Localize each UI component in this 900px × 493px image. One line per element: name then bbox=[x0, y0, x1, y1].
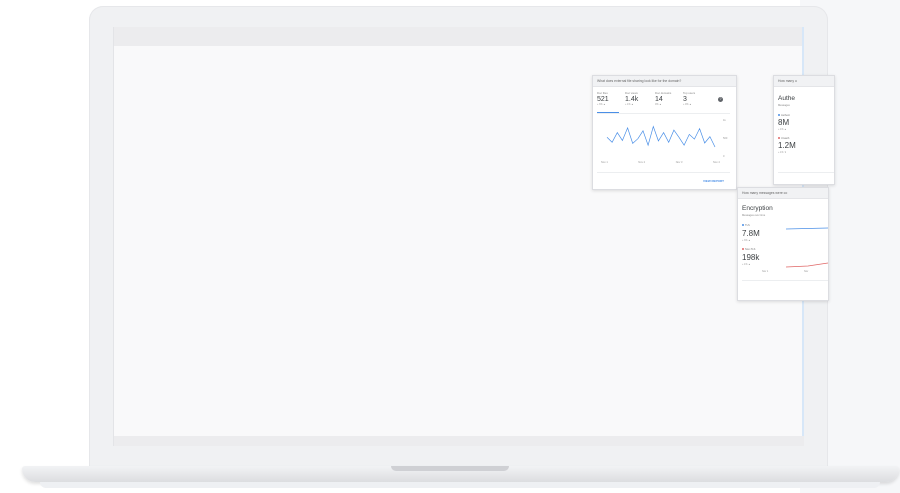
series-delta: + 1% ▲ bbox=[778, 128, 787, 131]
laptop-notch bbox=[391, 466, 509, 471]
encryption-card: How many messages were co Encryption Mes… bbox=[737, 187, 829, 301]
metric-value: 14 bbox=[655, 96, 663, 103]
encryption-sparklines bbox=[785, 227, 828, 268]
tls-series-line bbox=[785, 227, 828, 230]
help-icon[interactable]: ? bbox=[718, 97, 723, 102]
y-tick-label: 1k bbox=[723, 118, 726, 122]
card-title: Authe bbox=[778, 95, 795, 102]
metric-value: 1.4k bbox=[625, 96, 639, 103]
metric-tab-doc-files[interactable]: Doc files 521 + 3% ▲ bbox=[597, 91, 609, 106]
metric-tabs: Doc files 521 + 3% ▲ Doc views 1.4k + 1%… bbox=[597, 91, 729, 111]
metric-label: Doc views bbox=[625, 91, 638, 95]
card-question: What does external file sharing look lik… bbox=[593, 76, 736, 87]
metric-label: Doc files bbox=[597, 91, 608, 95]
metric-value: 521 bbox=[597, 96, 609, 103]
legend-dot bbox=[778, 137, 780, 140]
x-tick-label: Nov 3 bbox=[676, 160, 683, 164]
metric-delta: + 0% ▲ bbox=[683, 103, 692, 106]
authentication-card: How many u Authe Messages Authent 8M + 1… bbox=[773, 75, 835, 185]
metric-tab-doc-views[interactable]: Doc views 1.4k + 1% ▲ bbox=[625, 91, 638, 106]
x-tick-label: Nov 1 bbox=[762, 270, 769, 273]
y-tick-label: 0 bbox=[723, 154, 725, 158]
series-label: Authent bbox=[778, 114, 790, 117]
metric-delta: 0% ▲ bbox=[655, 103, 662, 106]
divider bbox=[778, 172, 834, 173]
card-subtitle: Messages bbox=[778, 104, 790, 107]
non-tls-series-line bbox=[785, 262, 828, 268]
series-value: 1.2M bbox=[778, 141, 796, 150]
x-tick-label: Nov 4 bbox=[713, 160, 720, 164]
screen-bottom-strip bbox=[114, 436, 804, 446]
file-sharing-card: What does external file sharing look lik… bbox=[592, 75, 737, 190]
divider bbox=[742, 280, 828, 281]
metric-tab-doc-domains[interactable]: Doc domains 14 0% ▲ bbox=[655, 91, 671, 106]
legend-dot bbox=[778, 114, 780, 117]
sharing-line-chart: 1k 500 0 Nov 1 Nov 2 Nov 3 Nov 4 bbox=[601, 118, 728, 164]
metric-tab-top-users[interactable]: Top users 3 + 0% ▲ bbox=[683, 91, 695, 106]
doc-files-series-line bbox=[606, 125, 716, 148]
x-tick-label: Nov 1 bbox=[601, 160, 608, 164]
series-label-text: Unauth bbox=[781, 137, 790, 140]
y-tick-label: 500 bbox=[723, 136, 728, 140]
series-label: Unauth bbox=[778, 137, 789, 140]
metric-label: Doc domains bbox=[655, 91, 672, 95]
metric-delta: + 1% ▲ bbox=[625, 103, 634, 106]
screen-top-bar bbox=[114, 27, 804, 46]
x-tick-label: Nov 2 bbox=[638, 160, 645, 164]
laptop-shadow bbox=[40, 482, 880, 488]
series-delta: + 1% ▼ bbox=[778, 151, 787, 154]
view-report-link[interactable]: VIEW REPORT bbox=[703, 179, 724, 183]
metric-delta: + 3% ▲ bbox=[597, 103, 606, 106]
series-label-text: Authent bbox=[781, 114, 790, 117]
series-value: 8M bbox=[778, 118, 790, 127]
divider bbox=[597, 172, 730, 173]
card-question: How many u bbox=[774, 76, 834, 87]
x-tick-label: Nov bbox=[804, 270, 809, 273]
metric-value: 3 bbox=[683, 96, 687, 103]
metric-label: Top users bbox=[683, 91, 696, 95]
